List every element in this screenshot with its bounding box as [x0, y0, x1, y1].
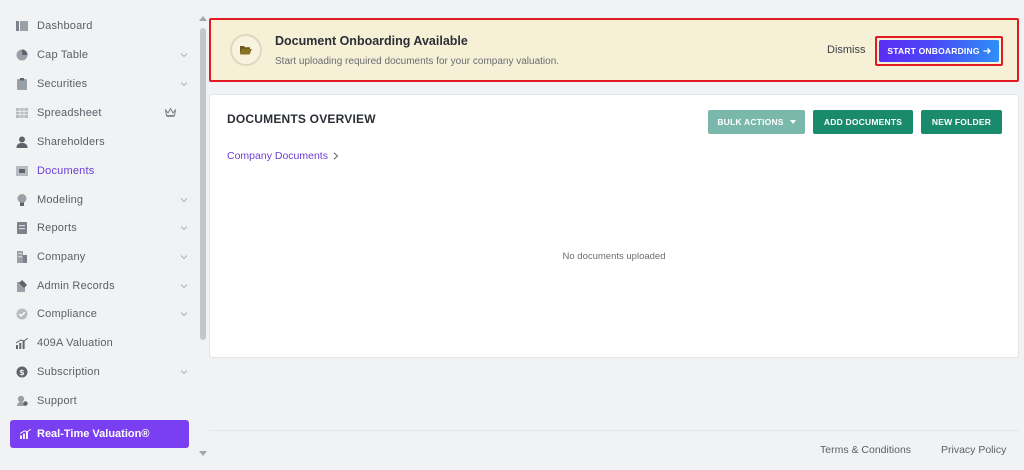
scroll-up-arrow-icon[interactable]: [199, 16, 207, 21]
caret-down-icon: [789, 120, 796, 124]
real-time-valuation-button[interactable]: Real-Time Valuation®: [10, 420, 189, 448]
sidebar-item-reports[interactable]: Reports: [0, 214, 196, 242]
banner-subtitle: Start uploading required documents for y…: [275, 56, 560, 67]
bar-chart-icon: [16, 337, 28, 349]
sidebar-item-securities[interactable]: Securities: [0, 70, 196, 98]
sidebar-item-label: Dashboard: [37, 20, 93, 32]
sidebar-item-support[interactable]: Support: [0, 387, 196, 415]
sidebar-item-label: Spreadsheet: [37, 107, 102, 119]
real-time-valuation-label: Real-Time Valuation®: [37, 428, 150, 440]
folder-icon: [16, 165, 28, 177]
sidebar-item-label: Admin Records: [37, 280, 115, 292]
svg-text:$: $: [19, 368, 25, 377]
sidebar-item-admin-records[interactable]: Admin Records: [0, 272, 196, 300]
breadcrumb[interactable]: Company Documents: [227, 150, 339, 162]
start-onboarding-label: START ONBOARDING: [887, 46, 980, 56]
dismiss-button[interactable]: Dismiss: [827, 44, 866, 56]
chevron-down-icon: [180, 198, 188, 203]
sidebar-item-label: Reports: [37, 222, 77, 234]
sidebar-item-documents[interactable]: Documents: [0, 157, 196, 185]
sidebar-item-label: Shareholders: [37, 136, 105, 148]
sidebar-item-label: Company: [37, 251, 86, 263]
add-documents-label: ADD DOCUMENTS: [823, 117, 903, 127]
sidebar-item-409a-valuation[interactable]: 409A Valuation: [0, 329, 196, 357]
pie-chart-icon: [16, 49, 28, 61]
support-icon: [16, 395, 28, 407]
sidebar-item-compliance[interactable]: Compliance: [0, 300, 196, 328]
privacy-policy-link[interactable]: Privacy Policy: [941, 444, 1006, 456]
user-icon: [16, 136, 28, 148]
terms-link[interactable]: Terms & Conditions: [820, 444, 911, 456]
arrow-right-icon: [983, 48, 991, 54]
start-onboarding-highlight: START ONBOARDING: [875, 36, 1003, 66]
spreadsheet-icon: [16, 107, 28, 119]
breadcrumb-company-documents[interactable]: Company Documents: [227, 150, 328, 162]
shield-check-icon: [16, 308, 28, 320]
sidebar-item-company[interactable]: Company: [0, 243, 196, 271]
sidebar-item-label: Documents: [37, 165, 95, 177]
banner-title: Document Onboarding Available: [275, 34, 468, 48]
chevron-down-icon: [180, 82, 188, 87]
sidebar-item-label: Modeling: [37, 194, 84, 206]
dollar-circle-icon: $: [16, 366, 28, 378]
building-icon: [16, 251, 28, 263]
sidebar-item-modeling[interactable]: Modeling: [0, 186, 196, 214]
sidebar-item-label: Cap Table: [37, 49, 89, 61]
new-folder-button[interactable]: NEW FOLDER: [921, 110, 1002, 134]
chevron-down-icon: [180, 226, 188, 231]
app: Dashboard Cap Table Securities Spreadshe…: [0, 0, 1024, 470]
sidebar-item-label: Compliance: [37, 308, 98, 320]
bar-chart-icon: [20, 429, 31, 439]
documents-overview-card: DOCUMENTS OVERVIEW BULK ACTIONS ADD DOCU…: [209, 94, 1019, 358]
sidebar-scrollbar[interactable]: [198, 14, 208, 458]
records-icon: [16, 280, 28, 292]
chevron-down-icon: [180, 370, 188, 375]
chevron-down-icon: [180, 255, 188, 260]
chevron-right-icon: [333, 152, 339, 160]
sidebar-item-label: 409A Valuation: [37, 337, 113, 349]
chevron-down-icon: [180, 312, 188, 317]
bulb-icon: [16, 194, 28, 206]
bulk-actions-button[interactable]: BULK ACTIONS: [708, 110, 805, 134]
crown-icon: [165, 108, 176, 117]
sidebar-item-subscription[interactable]: $ Subscription: [0, 358, 196, 386]
start-onboarding-button[interactable]: START ONBOARDING: [879, 40, 999, 62]
new-folder-label: NEW FOLDER: [931, 117, 992, 127]
scrollbar-thumb[interactable]: [200, 28, 206, 340]
onboarding-banner: Document Onboarding Available Start uplo…: [209, 18, 1019, 82]
chevron-down-icon: [180, 53, 188, 58]
sidebar-item-dashboard[interactable]: Dashboard: [0, 12, 196, 40]
sidebar: Dashboard Cap Table Securities Spreadshe…: [0, 0, 196, 470]
documents-heading: DOCUMENTS OVERVIEW: [227, 112, 376, 126]
dashboard-icon: [16, 20, 28, 32]
bulk-actions-label: BULK ACTIONS: [717, 117, 784, 127]
sidebar-item-cap-table[interactable]: Cap Table: [0, 41, 196, 69]
chevron-down-icon: [180, 284, 188, 289]
report-icon: [16, 222, 28, 234]
sidebar-item-label: Support: [37, 395, 77, 407]
scroll-down-arrow-icon[interactable]: [199, 451, 207, 456]
sidebar-item-spreadsheet[interactable]: Spreadsheet: [0, 99, 196, 127]
sidebar-item-label: Securities: [37, 78, 88, 90]
folder-open-icon: [230, 34, 262, 66]
sidebar-item-shareholders[interactable]: Shareholders: [0, 128, 196, 156]
clipboard-icon: [16, 78, 28, 90]
empty-state-text: No documents uploaded: [562, 251, 666, 262]
add-documents-button[interactable]: ADD DOCUMENTS: [813, 110, 913, 134]
sidebar-item-label: Subscription: [37, 366, 100, 378]
footer-divider: [209, 430, 1019, 431]
